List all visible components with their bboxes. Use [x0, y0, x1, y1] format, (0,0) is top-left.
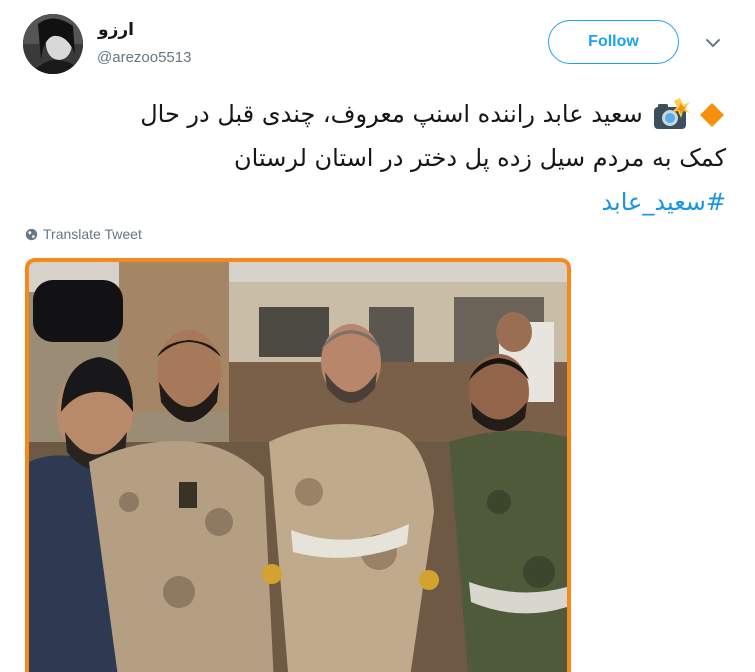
translate-tweet-link[interactable]: Translate Tweet: [25, 226, 142, 242]
follow-button[interactable]: Follow: [548, 20, 679, 64]
globe-icon: [25, 228, 38, 240]
avatar[interactable]: [23, 14, 83, 74]
orange-diamond-icon: [700, 103, 724, 127]
translate-label: Translate Tweet: [43, 226, 142, 242]
tweet-line-2: کمک به مردم سیل زده پل دختر در استان لرس…: [28, 136, 726, 180]
tweet-line-3: #سعید_عابد: [28, 180, 726, 224]
tweet-text: سعید عابد راننده اسنپ معروف، چندی قبل در…: [28, 92, 726, 224]
user-handle[interactable]: @arezoo5513: [97, 49, 191, 66]
tweet-photo[interactable]: [25, 258, 571, 672]
chevron-down-icon[interactable]: [704, 36, 722, 50]
hashtag-link[interactable]: #سعید_عابد: [601, 188, 726, 216]
camera-flash-icon: [654, 98, 691, 129]
tweet-text-line-1: سعید عابد راننده اسنپ معروف، چندی قبل در…: [140, 100, 643, 128]
tweet-text-line-2: کمک به مردم سیل زده پل دختر در استان لرس…: [234, 144, 726, 172]
display-name[interactable]: ارزو: [98, 20, 134, 40]
tweet-line-1: سعید عابد راننده اسنپ معروف، چندی قبل در…: [28, 92, 726, 136]
tweet-header: ارزو @arezoo5513 Follow: [0, 0, 755, 85]
